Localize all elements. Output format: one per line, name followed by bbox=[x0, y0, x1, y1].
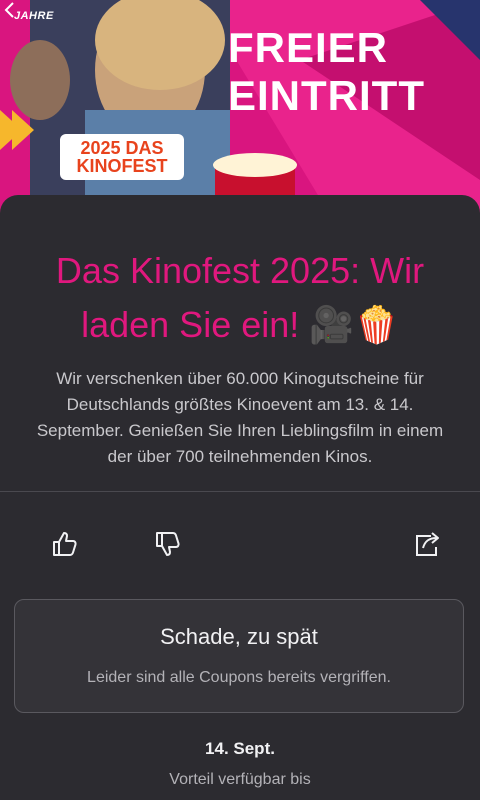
availability-label: Vorteil verfügbar bis bbox=[169, 771, 311, 788]
share-icon[interactable] bbox=[411, 528, 443, 560]
kinofest-logo-line1: 2025 DAS bbox=[80, 138, 164, 158]
status-card-title: Schade, zu spät bbox=[160, 624, 318, 649]
hero-banner: JAHRE FREIER EINTRITT 2025 DAS KINOFEST bbox=[0, 0, 480, 215]
availability-date: 14. Sept. bbox=[205, 739, 275, 758]
divider bbox=[0, 491, 480, 492]
hero-headline: FREIER EINTRITT bbox=[228, 24, 425, 120]
thumbs-down-icon[interactable] bbox=[152, 528, 184, 560]
kinofest-logo-line2: KINOFEST bbox=[76, 156, 168, 176]
status-card-subtitle: Leider sind alle Coupons bereits vergrif… bbox=[87, 669, 391, 686]
kinofest-logo: 2025 DAS KINOFEST bbox=[60, 134, 184, 180]
hero-headline-line2: EINTRITT bbox=[228, 72, 425, 119]
hero-headline-line1: FREIER bbox=[228, 24, 389, 71]
back-arrow-icon[interactable] bbox=[0, 0, 20, 20]
status-card: Schade, zu spät Leider sind alle Coupons… bbox=[14, 599, 464, 713]
thumbs-up-icon[interactable] bbox=[49, 528, 81, 560]
offer-description: Wir verschenken über 60.000 Kinogutschei… bbox=[36, 369, 444, 466]
offer-title: Das Kinofest 2025: Wir laden Sie ein! 🎥🍿 bbox=[55, 250, 425, 345]
